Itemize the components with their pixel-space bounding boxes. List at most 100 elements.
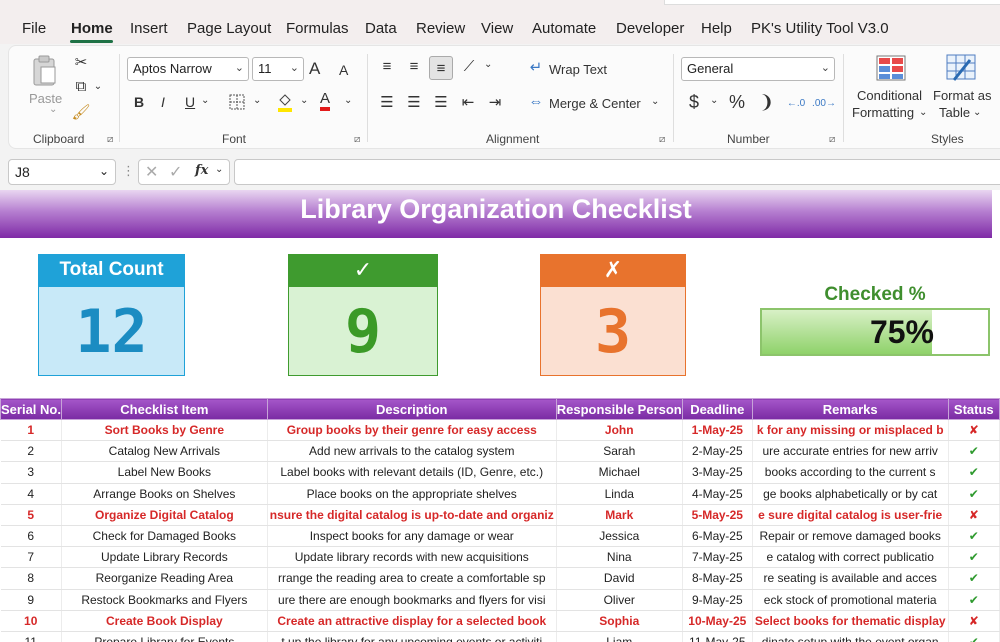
table-row[interactable]: 4 Arrange Books on Shelves Place books on … xyxy=(0,483,1000,505)
menu-home[interactable]: Home xyxy=(71,20,113,37)
conditional-chevron-icon[interactable]: ⌄ xyxy=(919,107,927,118)
table-row[interactable]: 7 Update Library Records Update library re… xyxy=(0,546,1000,569)
description-cell[interactable]: t up the library for any upcoming events… xyxy=(267,631,557,642)
serial-no-cell[interactable]: 3 xyxy=(0,461,62,484)
increase-decimal-icon[interactable]: ←.0 xyxy=(785,92,807,114)
remarks-cell[interactable]: Select books for thematic display xyxy=(752,610,949,632)
status-cell[interactable]: ✔ xyxy=(948,461,1000,484)
responsible-person-cell[interactable]: Mark xyxy=(556,504,683,526)
description-cell[interactable]: Add new arrivals to the catalog system xyxy=(267,440,557,463)
increase-font-icon[interactable]: A xyxy=(309,59,320,79)
cancel-icon[interactable]: ✕ xyxy=(145,162,158,182)
borders-chevron-icon[interactable]: ⌄ xyxy=(253,95,261,106)
decrease-indent-icon[interactable]: ⇤ xyxy=(458,92,478,112)
decrease-font-icon[interactable]: A xyxy=(339,62,348,78)
merge-center-button[interactable]: Merge & Center xyxy=(549,96,641,111)
remarks-cell[interactable]: dinate setup with the event organ xyxy=(752,631,949,642)
merge-center-icon[interactable]: ⇔ xyxy=(527,92,545,110)
menu-formulas[interactable]: Formulas xyxy=(286,20,349,37)
fill-color-icon[interactable] xyxy=(275,90,295,114)
percent-icon[interactable]: % xyxy=(729,92,745,113)
status-cell[interactable]: ✔ xyxy=(948,567,1000,590)
table-row[interactable]: 3 Label New Books Label books with relevan… xyxy=(0,461,1000,484)
description-cell[interactable]: rrange the reading area to create a comf… xyxy=(267,567,557,590)
description-cell[interactable]: Group books by their genre for easy acce… xyxy=(267,419,557,442)
wrap-text-button[interactable]: Wrap Text xyxy=(549,62,607,77)
serial-no-cell[interactable]: 6 xyxy=(0,525,62,548)
menu-page-layout[interactable]: Page Layout xyxy=(187,20,271,37)
align-center-icon[interactable]: ☰ xyxy=(404,92,424,112)
header-checklist-item[interactable]: Checklist Item xyxy=(60,398,268,420)
menu-automate[interactable]: Automate xyxy=(532,20,596,37)
responsible-person-cell[interactable]: Nina xyxy=(556,546,683,569)
header-serial-no[interactable]: Serial No. xyxy=(0,398,62,420)
align-top-icon[interactable]: ≡ xyxy=(377,56,397,76)
font-launcher-icon[interactable]: ⧄ xyxy=(354,134,360,145)
italic-button[interactable]: I xyxy=(161,94,165,110)
currency-icon[interactable]: $ xyxy=(689,92,699,113)
status-cell[interactable]: ✘ xyxy=(948,610,1000,632)
worksheet[interactable]: Library Organization Checklist Total Cou… xyxy=(0,190,1000,642)
format-table-chevron-icon[interactable]: ⌄ xyxy=(973,107,981,118)
deadline-cell[interactable]: 4-May-25 xyxy=(682,483,753,505)
serial-no-cell[interactable]: 7 xyxy=(0,546,62,569)
responsible-person-cell[interactable]: Oliver xyxy=(556,589,683,611)
menu-insert[interactable]: Insert xyxy=(130,20,168,37)
decrease-decimal-icon[interactable]: .00→ xyxy=(812,92,836,114)
status-cell[interactable]: ✔ xyxy=(948,631,1000,642)
currency-chevron-icon[interactable]: ⌄ xyxy=(710,95,718,106)
underline-chevron-icon[interactable]: ⌄ xyxy=(201,95,209,106)
checklist-item-cell[interactable]: Create Book Display xyxy=(61,610,268,632)
menu-help[interactable]: Help xyxy=(701,20,732,37)
menu-review[interactable]: Review xyxy=(416,20,465,37)
bold-button[interactable]: B xyxy=(134,94,144,110)
header-remarks[interactable]: Remarks xyxy=(751,398,949,420)
remarks-cell[interactable]: k for any missing or misplaced b xyxy=(752,419,949,442)
status-cell[interactable]: ✘ xyxy=(948,504,1000,526)
serial-no-cell[interactable]: 8 xyxy=(0,567,62,590)
align-bottom-icon[interactable]: ≡ xyxy=(429,56,453,80)
formula-input[interactable] xyxy=(234,159,1000,185)
description-cell[interactable]: Inspect books for any damage or wear xyxy=(267,525,557,548)
remarks-cell[interactable]: ure accurate entries for new arriv xyxy=(752,440,949,463)
remarks-cell[interactable]: Repair or remove damaged books xyxy=(752,525,949,548)
menu-file[interactable]: File xyxy=(22,20,46,37)
comma-style-icon[interactable]: ❩ xyxy=(759,92,774,113)
paste-icon[interactable] xyxy=(29,54,61,88)
status-cell[interactable]: ✔ xyxy=(948,546,1000,569)
remarks-cell[interactable]: eck stock of promotional materia xyxy=(752,589,949,611)
checklist-item-cell[interactable]: Organize Digital Catalog xyxy=(61,504,268,526)
conditional-formatting-button[interactable]: Conditional xyxy=(857,88,922,103)
serial-no-cell[interactable]: 9 xyxy=(0,589,62,611)
responsible-person-cell[interactable]: Michael xyxy=(556,461,683,484)
serial-no-cell[interactable]: 4 xyxy=(0,483,62,505)
font-color-chevron-icon[interactable]: ⌄ xyxy=(344,95,352,106)
deadline-cell[interactable]: 5-May-25 xyxy=(682,504,753,526)
deadline-cell[interactable]: 1-May-25 xyxy=(682,419,753,442)
checklist-item-cell[interactable]: Label New Books xyxy=(61,461,268,484)
copy-icon[interactable]: ⧉ xyxy=(71,76,91,96)
borders-icon[interactable] xyxy=(227,92,247,112)
name-box[interactable]: J8 ⌄ xyxy=(8,159,116,185)
status-cell[interactable]: ✘ xyxy=(948,419,1000,442)
description-cell[interactable]: Create an attractive display for a selec… xyxy=(267,610,557,632)
table-row[interactable]: 6 Check for Damaged Books Inspect books fo… xyxy=(0,525,1000,548)
menu-pk-utility[interactable]: PK's Utility Tool V3.0 xyxy=(751,20,889,37)
remarks-cell[interactable]: books according to the current s xyxy=(752,461,949,484)
status-cell[interactable]: ✔ xyxy=(948,483,1000,505)
more-options-icon[interactable]: ⋮ xyxy=(122,163,135,179)
remarks-cell[interactable]: e sure digital catalog is user-frie xyxy=(752,504,949,526)
conditional-formatting-icon[interactable] xyxy=(875,54,907,82)
deadline-cell[interactable]: 6-May-25 xyxy=(682,525,753,548)
insert-function-icon[interactable]: fx xyxy=(195,163,208,178)
table-row[interactable]: 10 Create Book Display Create an attractiv… xyxy=(0,610,1000,632)
format-as-table-label[interactable]: Table xyxy=(939,105,970,120)
table-row[interactable]: 5 Organize Digital Catalog nsure the digit… xyxy=(0,504,1000,526)
format-painter-icon[interactable]: 🖌 xyxy=(71,102,91,122)
checklist-item-cell[interactable]: Catalog New Arrivals xyxy=(61,440,268,463)
paste-chevron-icon[interactable]: ⌄ xyxy=(49,104,57,115)
copy-chevron-icon[interactable]: ⌄ xyxy=(93,76,103,96)
menu-developer[interactable]: Developer xyxy=(616,20,684,37)
deadline-cell[interactable]: 10-May-25 xyxy=(682,610,753,632)
align-left-icon[interactable]: ☰ xyxy=(377,92,397,112)
